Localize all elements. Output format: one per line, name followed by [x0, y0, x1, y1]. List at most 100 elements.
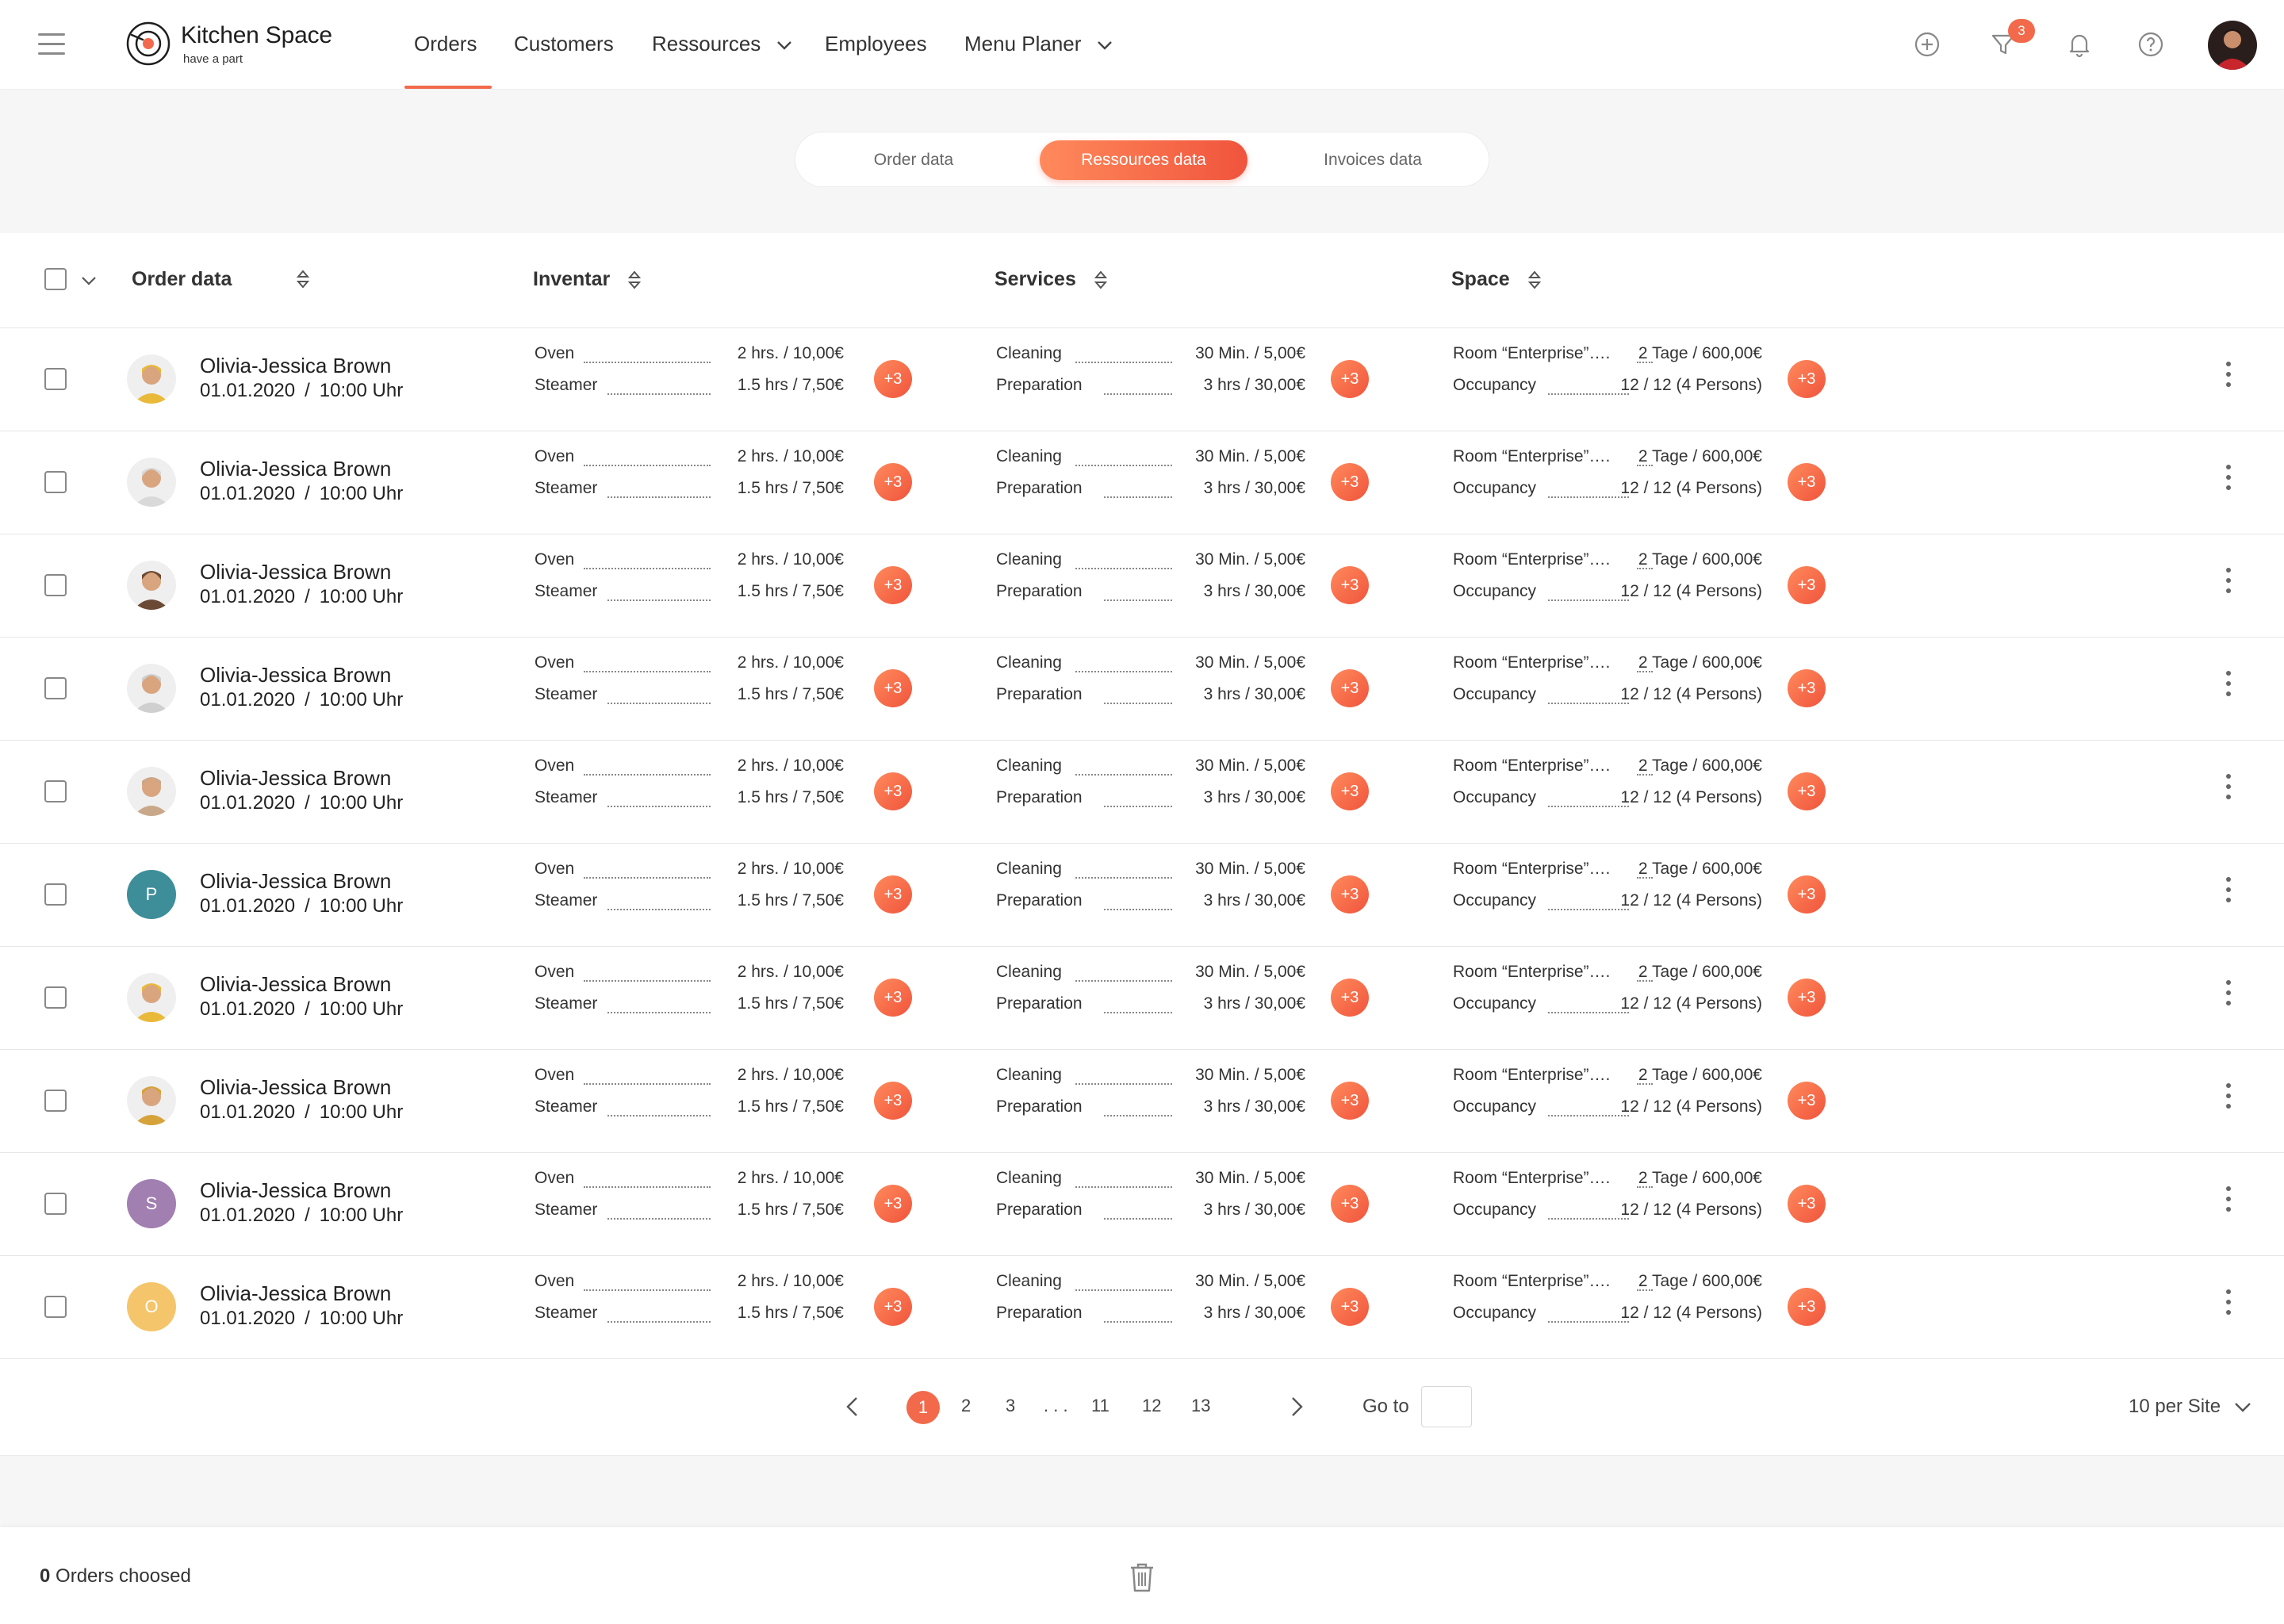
space-more-badge[interactable]: +3 — [1788, 463, 1826, 501]
more-options-icon[interactable] — [2221, 465, 2236, 500]
page-2[interactable]: 2 — [961, 1396, 971, 1416]
space-value: 12 / 12 (4 Persons) — [1620, 994, 1762, 1013]
space-more-badge[interactable]: +3 — [1788, 979, 1826, 1017]
table-row[interactable]: S Olivia-Jessica Brown 01.01.2020 / 10:00 … — [0, 1153, 2284, 1256]
table-row[interactable]: O Olivia-Jessica Brown 01.01.2020 / 10:00 … — [0, 1256, 2284, 1359]
bell-icon[interactable] — [2065, 30, 2094, 59]
page-11[interactable]: 11 — [1091, 1396, 1109, 1416]
per-site-label: 10 per Site — [2129, 1396, 2221, 1417]
inventar-more-badge[interactable]: +3 — [874, 669, 912, 707]
goto-input[interactable] — [1421, 1386, 1472, 1427]
space-more-badge[interactable]: +3 — [1788, 566, 1826, 604]
more-options-icon[interactable] — [2221, 774, 2236, 809]
services-more-badge[interactable]: +3 — [1331, 772, 1369, 810]
table-row[interactable]: Olivia-Jessica Brown 01.01.2020 / 10:00 Uh… — [0, 534, 2284, 638]
row-checkbox[interactable] — [44, 1296, 67, 1318]
services-more-badge[interactable]: +3 — [1331, 875, 1369, 914]
trash-icon[interactable] — [1128, 1561, 1156, 1594]
space-more-badge[interactable]: +3 — [1788, 1082, 1826, 1120]
header-label: Inventar — [533, 268, 611, 290]
inventar-more-badge[interactable]: +3 — [874, 772, 912, 810]
tab-ressources-data[interactable]: Ressources data — [1040, 140, 1247, 180]
nav-ressources[interactable]: Ressources — [652, 32, 792, 56]
more-options-icon[interactable] — [2221, 671, 2236, 706]
nav-label: Customers — [514, 32, 614, 56]
tab-order-data[interactable]: Order data — [803, 140, 1024, 180]
space-more-badge[interactable]: +3 — [1788, 772, 1826, 810]
row-checkbox[interactable] — [44, 1193, 67, 1215]
table-row[interactable]: P Olivia-Jessica Brown 01.01.2020 / 10:00 … — [0, 844, 2284, 947]
dot-leader — [607, 806, 711, 807]
page-1[interactable]: 1 — [906, 1391, 940, 1424]
page-13[interactable]: 13 — [1191, 1396, 1210, 1416]
inventar-more-badge[interactable]: +3 — [874, 875, 912, 914]
services-more-badge[interactable]: +3 — [1331, 1288, 1369, 1326]
menu-icon[interactable] — [38, 33, 65, 56]
services-value: 30 Min. / 5,00€ — [1195, 1169, 1305, 1187]
plus-circle-icon[interactable] — [1913, 30, 1941, 59]
select-all-checkbox[interactable] — [44, 268, 67, 290]
dot-leader — [1075, 774, 1172, 776]
space-more-badge[interactable]: +3 — [1788, 669, 1826, 707]
per-site-select[interactable]: 10 per Site — [2129, 1396, 2251, 1418]
page-3[interactable]: 3 — [1006, 1396, 1015, 1416]
header-space[interactable]: Space — [1451, 268, 1542, 291]
inventar-more-badge[interactable]: +3 — [874, 979, 912, 1017]
nav-orders[interactable]: Orders — [414, 32, 477, 56]
page-12[interactable]: 12 — [1142, 1396, 1161, 1416]
header-order-data[interactable]: Order data — [132, 268, 232, 291]
nav-menu-planer[interactable]: Menu Planer — [964, 32, 1113, 56]
more-options-icon[interactable] — [2221, 1186, 2236, 1221]
nav-customers[interactable]: Customers — [514, 32, 614, 56]
inventar-more-badge[interactable]: +3 — [874, 360, 912, 398]
chevron-right-icon[interactable] — [1288, 1396, 1305, 1418]
inventar-more-badge[interactable]: +3 — [874, 463, 912, 501]
chevron-left-icon[interactable] — [844, 1396, 861, 1418]
space-more-badge[interactable]: +3 — [1788, 1185, 1826, 1223]
table-row[interactable]: Olivia-Jessica Brown 01.01.2020 / 10:00 Uh… — [0, 947, 2284, 1050]
row-checkbox[interactable] — [44, 883, 67, 906]
services-more-badge[interactable]: +3 — [1331, 1185, 1369, 1223]
inventar-more-badge[interactable]: +3 — [874, 1288, 912, 1326]
chevron-down-icon[interactable] — [81, 276, 97, 285]
sort-icon[interactable] — [295, 268, 311, 290]
services-more-badge[interactable]: +3 — [1331, 566, 1369, 604]
services-more-badge[interactable]: +3 — [1331, 463, 1369, 501]
inventar-more-badge[interactable]: +3 — [874, 1082, 912, 1120]
space-more-badge[interactable]: +3 — [1788, 1288, 1826, 1326]
more-options-icon[interactable] — [2221, 1289, 2236, 1324]
table-row[interactable]: Olivia-Jessica Brown 01.01.2020 / 10:00 Uh… — [0, 741, 2284, 844]
more-options-icon[interactable] — [2221, 980, 2236, 1015]
services-more-badge[interactable]: +3 — [1331, 669, 1369, 707]
order-date: 01.01.2020 / 10:00 Uhr — [200, 895, 403, 917]
header-services[interactable]: Services — [994, 268, 1109, 291]
help-icon[interactable] — [2136, 30, 2165, 59]
table-row[interactable]: Olivia-Jessica Brown 01.01.2020 / 10:00 Uh… — [0, 1050, 2284, 1153]
table-row[interactable]: Olivia-Jessica Brown 01.01.2020 / 10:00 Uh… — [0, 328, 2284, 431]
table-row[interactable]: Olivia-Jessica Brown 01.01.2020 / 10:00 Uh… — [0, 431, 2284, 534]
row-checkbox[interactable] — [44, 1090, 67, 1112]
row-checkbox[interactable] — [44, 780, 67, 802]
inventar-more-badge[interactable]: +3 — [874, 1185, 912, 1223]
services-value: 3 hrs / 30,00€ — [1203, 994, 1305, 1013]
space-more-badge[interactable]: +3 — [1788, 360, 1826, 398]
services-more-badge[interactable]: +3 — [1331, 360, 1369, 398]
space-more-badge[interactable]: +3 — [1788, 875, 1826, 914]
row-checkbox[interactable] — [44, 471, 67, 493]
more-options-icon[interactable] — [2221, 1083, 2236, 1118]
row-checkbox[interactable] — [44, 574, 67, 596]
services-more-badge[interactable]: +3 — [1331, 1082, 1369, 1120]
inventar-more-badge[interactable]: +3 — [874, 566, 912, 604]
user-avatar[interactable] — [2208, 21, 2257, 70]
more-options-icon[interactable] — [2221, 568, 2236, 603]
services-more-badge[interactable]: +3 — [1331, 979, 1369, 1017]
header-inventar[interactable]: Inventar — [533, 268, 642, 291]
more-options-icon[interactable] — [2221, 877, 2236, 912]
row-checkbox[interactable] — [44, 677, 67, 699]
nav-employees[interactable]: Employees — [825, 32, 927, 56]
more-options-icon[interactable] — [2221, 362, 2236, 396]
row-checkbox[interactable] — [44, 368, 67, 390]
table-row[interactable]: Olivia-Jessica Brown 01.01.2020 / 10:00 Uh… — [0, 638, 2284, 741]
tab-invoices-data[interactable]: Invoices data — [1265, 140, 1481, 180]
row-checkbox[interactable] — [44, 986, 67, 1009]
